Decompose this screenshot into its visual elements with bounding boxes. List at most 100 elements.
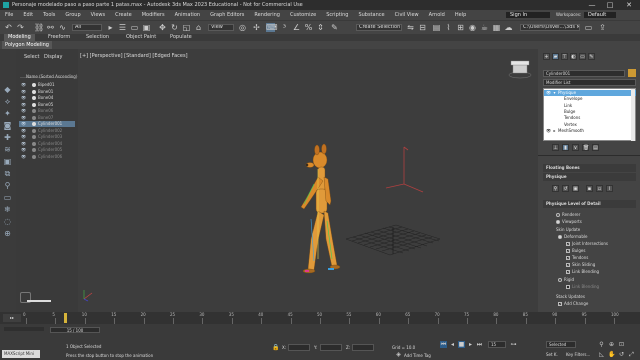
expand-arrow-icon[interactable]: ▸	[552, 128, 557, 134]
section-level-of-detail[interactable]: Physique Level of Detail	[543, 200, 636, 208]
stack-item[interactable]: 👁 ▸ MeshSmooth	[544, 128, 636, 134]
filter-lights-icon[interactable]: ✦	[3, 109, 12, 118]
render-setup-icon[interactable]: ☕	[480, 23, 489, 32]
toggle-scene-explorer-icon[interactable]: ▤	[432, 23, 441, 32]
section-floating-bones[interactable]: Floating Bones	[543, 164, 636, 172]
material-editor-icon[interactable]: ◉	[468, 23, 477, 32]
align-icon[interactable]: ⊟	[418, 23, 427, 32]
sign-in-button[interactable]: Sign In	[506, 12, 550, 18]
menu-help[interactable]: Help	[455, 12, 466, 18]
menu-group[interactable]: Group	[65, 12, 80, 18]
filter-all-icon[interactable]: ⊕	[3, 229, 12, 238]
menu-file[interactable]: File	[5, 12, 13, 18]
schematic-view-icon[interactable]: ⊞	[456, 23, 465, 32]
filter-shapes-icon[interactable]: ⟡	[3, 97, 12, 106]
filter-spacewarps-icon[interactable]: ≋	[3, 145, 12, 154]
visibility-eye-icon[interactable]: 👁	[21, 128, 26, 134]
visibility-eye-icon[interactable]: 👁	[21, 102, 26, 108]
current-frame-field[interactable]: 15	[488, 341, 506, 348]
select-manipulate-icon[interactable]: ✢	[252, 23, 261, 32]
pivot-center-icon[interactable]: ◎	[238, 23, 247, 32]
scene-list-item[interactable]: 👁 Cylinder005	[19, 147, 75, 153]
column-header-name[interactable]: Name (Sorted Ascending)	[26, 74, 77, 79]
stack-item[interactable]: Link	[544, 103, 636, 109]
rigid-link-blending-checkbox[interactable]: Link Blending	[566, 284, 599, 289]
tab-polygon-modeling[interactable]: Polygon Modeling	[2, 41, 52, 49]
tab-freeform[interactable]: Freeform	[44, 34, 74, 41]
menu-graph-editors[interactable]: Graph Editors	[210, 12, 244, 18]
redo-icon[interactable]: ↷	[16, 23, 25, 32]
selection-set-dropdown[interactable]: Create Selection Set	[356, 24, 402, 31]
visibility-eye-icon[interactable]: 👁	[21, 82, 26, 88]
scene-list-item[interactable]: 👁 Cylinder001	[19, 121, 75, 127]
rendered-frame-icon[interactable]: ▦	[492, 23, 501, 32]
visibility-eye-icon[interactable]: 👁	[21, 147, 26, 153]
visibility-eye-icon[interactable]: 👁	[21, 154, 26, 160]
orbit-icon[interactable]: ↺	[618, 351, 625, 358]
utilities-tab-icon[interactable]: ✎	[588, 53, 595, 60]
expand-arrow-icon[interactable]: ▾	[552, 90, 557, 96]
percent-snap-icon[interactable]: %	[304, 23, 313, 32]
filter-groups-icon[interactable]: ▣	[3, 157, 12, 166]
time-slider-marker[interactable]	[64, 313, 67, 323]
scene-list-item[interactable]: 👁 Bone01	[19, 89, 75, 95]
stack-eye-icon[interactable]: 👁	[546, 128, 551, 134]
unlink-icon[interactable]: ⚯	[46, 23, 55, 32]
rect-selection-icon[interactable]: ▭	[130, 23, 139, 32]
folder-icon[interactable]: ▭	[584, 23, 593, 32]
tab-display[interactable]: Display	[44, 54, 62, 60]
filter-containers-icon[interactable]: ▭	[3, 193, 12, 202]
key-filters-button[interactable]: Key Filters...	[566, 352, 590, 357]
viewport-label[interactable]: [+] [Perspective] [Standard] [Edged Face…	[80, 53, 188, 59]
menu-edit[interactable]: Edit	[23, 12, 33, 18]
tab-select[interactable]: Select	[24, 54, 39, 60]
menu-substance[interactable]: Substance	[358, 12, 384, 18]
add-change-checkbox[interactable]: ✓ Add Change	[558, 301, 588, 306]
hierarchy-tab-icon[interactable]: ⊤	[561, 53, 568, 60]
scene-list-item[interactable]: 👁 Bone04	[19, 95, 75, 101]
deformable-option-checkbox[interactable]: ✓ Bulges	[566, 248, 585, 253]
time-tag-icon[interactable]: ◈	[395, 351, 402, 358]
remove-modifier-icon[interactable]: 🗑	[582, 144, 589, 151]
move-icon[interactable]: ✥	[158, 23, 167, 32]
stack-item[interactable]: Tendons	[544, 115, 636, 121]
modifier-list-dropdown[interactable]: Modifier List	[543, 79, 636, 86]
show-end-result-icon[interactable]: ▮	[562, 144, 569, 151]
timeline[interactable]: ▸▸ 0 5 10 15 20 25 30 35 40 45 50 55 60 65 70 75 80 85 90 9…	[0, 312, 640, 324]
explorer-scrollbar[interactable]	[27, 300, 51, 302]
configure-sets-icon[interactable]: ▤	[592, 144, 599, 151]
render-icon[interactable]: ☁	[504, 23, 513, 32]
curve-editor-icon[interactable]: ⌇	[444, 23, 453, 32]
snaps-toggle-icon[interactable]: ³	[280, 23, 289, 32]
visibility-eye-icon[interactable]: 👁	[21, 115, 26, 121]
place-icon[interactable]: ⌂	[194, 23, 203, 32]
visibility-eye-icon[interactable]: 👁	[21, 134, 26, 140]
open-project-icon[interactable]: ⇪	[598, 23, 607, 32]
workspace-select[interactable]: Default	[584, 12, 616, 18]
tab-populate[interactable]: Populate	[166, 34, 196, 41]
link-icon[interactable]: ⛓	[34, 23, 44, 32]
maximize-button[interactable]: □	[600, 0, 620, 10]
scene-list-item[interactable]: 👁 Cylinder002	[19, 128, 75, 134]
deformable-option-checkbox[interactable]: ✓ Tendons	[566, 255, 588, 260]
autokey-selection-dropdown[interactable]: Selected	[546, 341, 576, 348]
filter-hidden-icon[interactable]: ◌	[3, 217, 12, 226]
make-unique-icon[interactable]: ∨	[572, 144, 579, 151]
filter-frozen-icon[interactable]: ❄	[3, 205, 12, 214]
close-button[interactable]: ✕	[619, 0, 639, 10]
spinner-snap-icon[interactable]: ⇕	[316, 23, 325, 32]
renderer-radio[interactable]: Renderer	[556, 212, 580, 217]
menu-customize[interactable]: Customize	[290, 12, 316, 18]
stack-item[interactable]: 👁 ▾ Physique	[544, 90, 636, 96]
menu-modifiers[interactable]: Modifiers	[142, 12, 165, 18]
menu-views[interactable]: Views	[91, 12, 105, 18]
select-by-name-icon[interactable]: ☰	[118, 23, 127, 32]
maxscript-listener[interactable]: MAXScript Mini	[2, 350, 40, 358]
pin-stack-icon[interactable]: ⊥	[552, 144, 559, 151]
scene-list-item[interactable]: 👁 Bone05	[19, 102, 75, 108]
scene-list-item[interactable]: 👁 Cylinder006	[19, 154, 75, 160]
frame-indicator[interactable]: 15 / 100	[50, 327, 100, 333]
viewports-radio[interactable]: Viewports	[556, 219, 582, 224]
zoom-all-icon[interactable]: ⊕	[608, 341, 615, 348]
scene-list-item[interactable]: 👁 Cylinder003	[19, 134, 75, 140]
